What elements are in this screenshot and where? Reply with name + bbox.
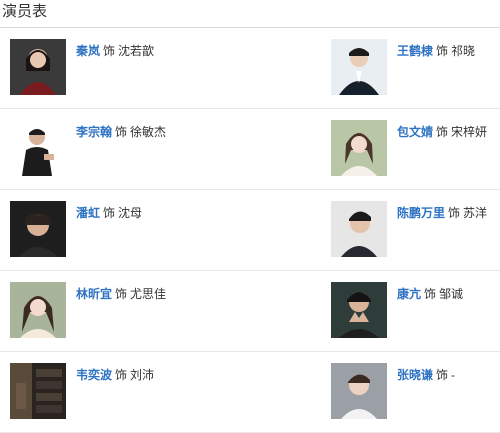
- actor-name-link[interactable]: 秦岚: [76, 44, 100, 58]
- actor-name-link[interactable]: 潘虹: [76, 206, 100, 220]
- cast-item: 林昕宜饰尤思佳: [0, 271, 250, 352]
- cast-item: 张晓谦饰 -: [250, 352, 500, 433]
- actor-name-link[interactable]: 包文婧: [397, 125, 433, 139]
- as-label: 饰: [436, 368, 449, 382]
- cast-item: 韦奕波饰刘沛: [0, 352, 250, 433]
- actor-photo[interactable]: [331, 363, 387, 419]
- as-label: 饰: [436, 44, 449, 58]
- actor-photo[interactable]: [10, 363, 66, 419]
- actor-photo[interactable]: [331, 282, 387, 338]
- actor-name-link[interactable]: 康亢: [397, 287, 421, 301]
- role-name: 祁晓: [451, 44, 476, 58]
- actor-photo[interactable]: [10, 39, 66, 95]
- role-name: 邹诚: [439, 287, 464, 301]
- cast-item: 陈鹏万里饰苏洋: [250, 190, 500, 271]
- actor-photo[interactable]: [331, 39, 387, 95]
- actor-name-link[interactable]: 林昕宜: [76, 287, 112, 301]
- cast-item: 李宗翰饰徐敏杰: [0, 109, 250, 190]
- as-label: 饰: [115, 287, 128, 301]
- as-label: 饰: [448, 206, 461, 220]
- role-name: 刘沛: [130, 368, 155, 382]
- actor-photo[interactable]: [331, 120, 387, 176]
- as-label: 饰: [115, 125, 128, 139]
- as-label: 饰: [424, 287, 437, 301]
- actor-photo[interactable]: [10, 201, 66, 257]
- as-label: 饰: [103, 206, 116, 220]
- cast-grid: 秦岚饰沈若歆 王鹤棣饰祁晓 李宗翰饰徐敏杰 包文婧饰宋梓妍 潘虹饰沈母 陈鹏万里…: [0, 28, 500, 433]
- cast-section-title: 演员表: [0, 0, 500, 28]
- actor-photo[interactable]: [10, 120, 66, 176]
- as-label: 饰: [436, 125, 449, 139]
- role-name: 宋梓妍: [451, 125, 488, 139]
- cast-item: 王鹤棣饰祁晓: [250, 28, 500, 109]
- cast-item: 潘虹饰沈母: [0, 190, 250, 271]
- actor-name-link[interactable]: 张晓谦: [397, 368, 433, 382]
- actor-name-link[interactable]: 陈鹏万里: [397, 206, 445, 220]
- role-name: 尤思佳: [130, 287, 167, 301]
- as-label: 饰: [115, 368, 128, 382]
- actor-name-link[interactable]: 韦奕波: [76, 368, 112, 382]
- cast-item: 包文婧饰宋梓妍: [250, 109, 500, 190]
- role-name: 苏洋: [463, 206, 488, 220]
- cast-item: 康亢饰邹诚: [250, 271, 500, 352]
- actor-name-link[interactable]: 王鹤棣: [397, 44, 433, 58]
- actor-photo[interactable]: [10, 282, 66, 338]
- cast-item: 秦岚饰沈若歆: [0, 28, 250, 109]
- actor-name-link[interactable]: 李宗翰: [76, 125, 112, 139]
- role-name: 徐敏杰: [130, 125, 167, 139]
- role-name: 沈若歆: [118, 44, 155, 58]
- role-name: -: [451, 368, 456, 382]
- as-label: 饰: [103, 44, 116, 58]
- actor-photo[interactable]: [331, 201, 387, 257]
- role-name: 沈母: [118, 206, 143, 220]
